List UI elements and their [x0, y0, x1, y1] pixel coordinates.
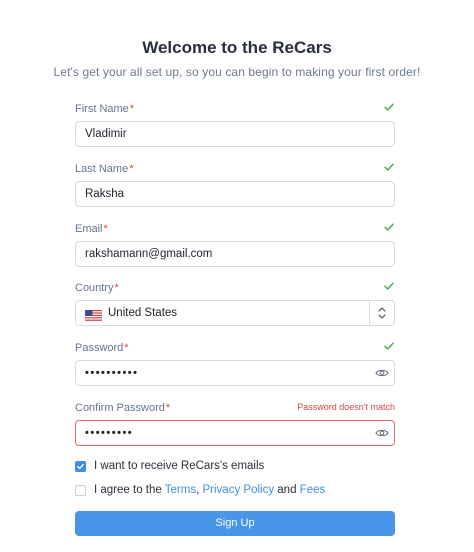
- confirm-password-field: Confirm Password* Password doesn't match…: [75, 401, 395, 446]
- emails-checkbox[interactable]: [75, 460, 86, 472]
- check-icon: [383, 221, 395, 235]
- select-divider: [369, 301, 370, 325]
- agree-checkbox[interactable]: [75, 484, 86, 496]
- email-input[interactable]: [75, 241, 395, 267]
- chevron-up-down-icon[interactable]: [377, 306, 387, 320]
- password-input[interactable]: ••••••••••: [75, 360, 395, 386]
- page-title: Welcome to the ReCars: [142, 38, 332, 57]
- password-mismatch-error: Password doesn't match: [297, 402, 395, 412]
- last-name-label: Last Name*: [75, 163, 134, 175]
- country-select[interactable]: United States: [75, 300, 395, 326]
- eye-icon[interactable]: [375, 366, 389, 380]
- country-value: United States: [108, 307, 178, 319]
- sign-up-button[interactable]: Sign Up: [75, 511, 395, 536]
- country-label: Country*: [75, 282, 119, 294]
- email-label: Email*: [75, 223, 108, 235]
- check-icon: [383, 280, 395, 294]
- last-name-field: Last Name*: [75, 161, 395, 207]
- country-field: Country* United States: [75, 280, 395, 326]
- check-icon: [383, 101, 395, 115]
- password-label: Password*: [75, 342, 129, 354]
- checkmark-icon: [77, 463, 84, 469]
- email-field: Email*: [75, 221, 395, 267]
- confirm-password-input[interactable]: •••••••••: [75, 420, 395, 446]
- password-field: Password* ••••••••••: [75, 340, 395, 386]
- agree-option: I agree to the Terms, Privacy Policy and…: [75, 483, 325, 497]
- terms-link[interactable]: Terms: [165, 484, 196, 496]
- first-name-label: First Name*: [75, 103, 135, 115]
- first-name-field: First Name*: [75, 101, 395, 147]
- last-name-input[interactable]: [75, 181, 395, 207]
- page-subtitle: Let's get your all set up, so you can be…: [53, 65, 421, 79]
- check-icon: [383, 161, 395, 175]
- agree-label: I agree to the Terms, Privacy Policy and…: [94, 484, 326, 496]
- us-flag-icon: [84, 308, 103, 322]
- privacy-policy-link[interactable]: Privacy Policy: [203, 484, 275, 496]
- first-name-input[interactable]: [75, 121, 395, 147]
- fees-link[interactable]: Fees: [300, 484, 326, 496]
- check-icon: [383, 340, 395, 354]
- emails-checkbox-label: I want to receive ReCars's emails: [94, 460, 265, 472]
- emails-option: I want to receive ReCars's emails: [75, 459, 264, 473]
- eye-icon[interactable]: [375, 426, 389, 440]
